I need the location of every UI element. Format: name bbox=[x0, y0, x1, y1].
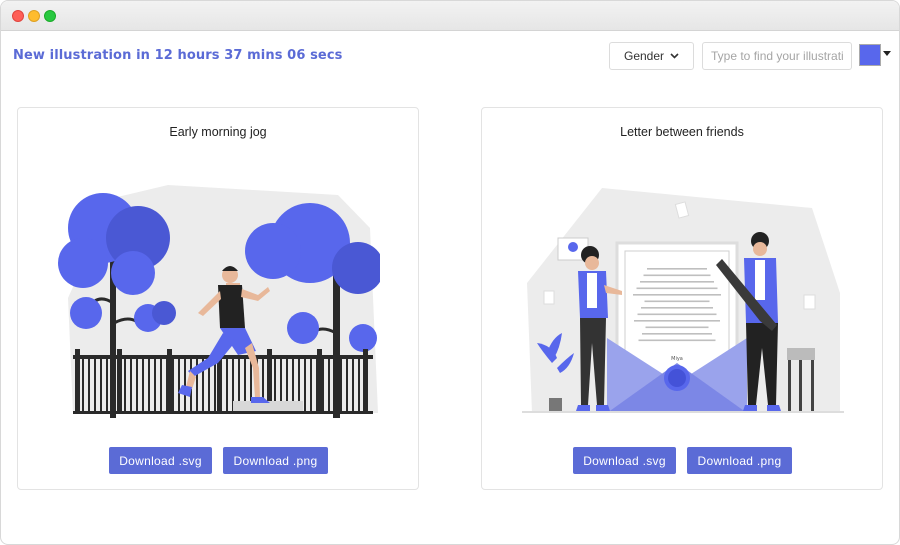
color-picker-swatch[interactable] bbox=[859, 44, 881, 66]
gender-filter-button[interactable]: Gender bbox=[609, 42, 694, 70]
illustration-card-jog: Early morning jog Download .svg Download… bbox=[17, 107, 419, 490]
search-input[interactable] bbox=[702, 42, 852, 70]
download-png-button[interactable]: Download .png bbox=[687, 447, 792, 474]
jogging-illustration bbox=[58, 185, 380, 418]
close-window-button[interactable] bbox=[12, 10, 24, 22]
card-title: Letter between friends bbox=[620, 125, 744, 139]
letter-illustration: Miya bbox=[522, 188, 844, 413]
zoom-window-button[interactable] bbox=[44, 10, 56, 22]
card-title: Early morning jog bbox=[169, 125, 267, 139]
download-svg-button[interactable]: Download .svg bbox=[573, 447, 676, 474]
title-bar bbox=[1, 1, 899, 31]
illustration-card-letter: Letter between friends Miya Download .sv… bbox=[481, 107, 883, 490]
letter-signature: Miya bbox=[671, 356, 683, 362]
countdown-text: New illustration in 12 hours 37 mins 06 … bbox=[13, 48, 343, 63]
browser-window: New illustration in 12 hours 37 mins 06 … bbox=[0, 0, 900, 545]
download-svg-button[interactable]: Download .svg bbox=[109, 447, 212, 474]
download-png-button[interactable]: Download .png bbox=[223, 447, 328, 474]
caret-down-icon[interactable] bbox=[883, 51, 891, 56]
gender-filter-label: Gender bbox=[623, 49, 665, 63]
chevron-down-icon bbox=[670, 53, 679, 59]
minimize-window-button[interactable] bbox=[28, 10, 40, 22]
